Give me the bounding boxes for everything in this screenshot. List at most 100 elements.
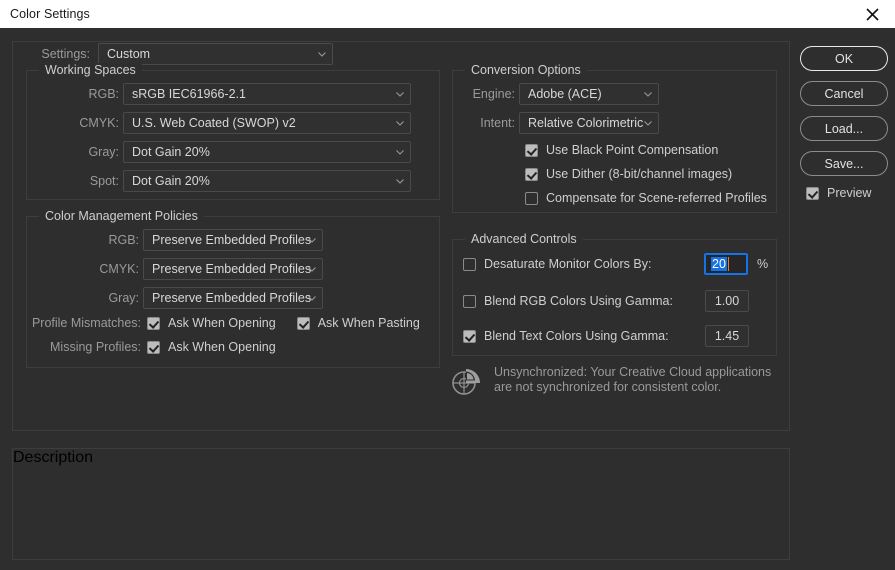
working-space-spot-select[interactable]: Dot Gain 20% (123, 170, 411, 192)
policy-gray-row: Gray: Preserve Embedded Profiles (108, 287, 323, 309)
desaturate-monitor-colors-label: Desaturate Monitor Colors By: (484, 257, 652, 271)
policy-gray-select[interactable]: Preserve Embedded Profiles (143, 287, 323, 309)
working-space-rgb-value: sRGB IEC61966-2.1 (132, 87, 246, 101)
use-black-point-compensation-checkbox[interactable]: Use Black Point Compensation (525, 143, 718, 157)
missing-profiles-label: Missing Profiles: (50, 340, 141, 354)
compensate-scene-referred-label: Compensate for Scene-referred Profiles (546, 191, 767, 205)
chevron-down-icon (644, 92, 652, 97)
close-icon (865, 7, 879, 21)
blend-rgb-gamma-input[interactable]: 1.00 (705, 290, 749, 312)
working-space-cmyk-value: U.S. Web Coated (SWOP) v2 (132, 116, 296, 130)
conversion-intent-label: Intent: (480, 116, 515, 130)
conversion-engine-value: Adobe (ACE) (528, 87, 602, 101)
conversion-engine-select[interactable]: Adobe (ACE) (519, 83, 659, 105)
chevron-down-icon (644, 121, 652, 126)
color-wheel-sync-icon (450, 365, 482, 397)
working-space-cmyk-select[interactable]: U.S. Web Coated (SWOP) v2 (123, 112, 411, 134)
blend-rgb-gamma-checkbox[interactable]: Blend RGB Colors Using Gamma: (463, 294, 673, 308)
missing-profiles-ask-opening-label: Ask When Opening (168, 340, 276, 354)
checkbox-checked-icon (296, 316, 310, 330)
policy-gray-value: Preserve Embedded Profiles (152, 291, 312, 305)
advanced-controls-legend: Advanced Controls (465, 232, 583, 246)
window-title: Color Settings (10, 7, 90, 21)
color-settings-dialog: Settings: Custom Working Spaces RGB: sRG… (0, 28, 895, 570)
blend-text-gamma-checkbox[interactable]: Blend Text Colors Using Gamma: (463, 329, 669, 343)
policy-cmyk-label: CMYK: (99, 262, 139, 276)
blend-text-gamma-input[interactable]: 1.45 (705, 325, 749, 347)
working-space-gray-select[interactable]: Dot Gain 20% (123, 141, 411, 163)
chevron-down-icon (308, 238, 316, 243)
profile-mismatches-ask-opening-checkbox[interactable]: Ask When Opening (147, 316, 276, 330)
desaturate-value-input[interactable]: 20 (704, 253, 748, 275)
chevron-down-icon (396, 179, 404, 184)
save-button[interactable]: Save... (800, 151, 888, 176)
working-space-gray-label: Gray: (88, 145, 119, 159)
dialog-button-panel: OK Cancel Load... Save... Preview (800, 46, 888, 200)
settings-label: Settings: (41, 47, 90, 61)
color-management-policies-group: Color Management Policies RGB: Preserve … (26, 209, 441, 368)
profile-mismatches-label: Profile Mismatches: (31, 316, 141, 330)
description-group: Description (12, 448, 790, 560)
sync-status-notice: Unsynchronized: Your Creative Cloud appl… (450, 365, 771, 397)
working-space-rgb-label: RGB: (88, 87, 119, 101)
working-space-spot-label: Spot: (89, 174, 119, 188)
policy-rgb-value: Preserve Embedded Profiles (152, 233, 312, 247)
text-caret (727, 257, 729, 271)
checkbox-unchecked-icon (525, 191, 538, 205)
color-management-policies-legend: Color Management Policies (39, 209, 204, 223)
sync-status-line2: are not synchronized for consistent colo… (494, 380, 722, 394)
use-dither-label: Use Dither (8-bit/channel images) (546, 167, 733, 181)
policy-rgb-row: RGB: Preserve Embedded Profiles (108, 229, 323, 251)
chevron-down-icon (396, 92, 404, 97)
policy-cmyk-select[interactable]: Preserve Embedded Profiles (143, 258, 323, 280)
checkbox-checked-icon (463, 329, 476, 343)
advanced-controls-group: Advanced Controls Desaturate Monitor Col… (452, 232, 777, 356)
description-body (13, 467, 789, 495)
blend-rgb-gamma-label: Blend RGB Colors Using Gamma: (484, 294, 673, 308)
conversion-engine-label: Engine: (472, 87, 515, 101)
preview-checkbox[interactable]: Preview (806, 186, 888, 200)
use-dither-checkbox[interactable]: Use Dither (8-bit/channel images) (525, 167, 732, 181)
missing-profiles-ask-opening-checkbox[interactable]: Ask When Opening (147, 340, 276, 354)
conversion-engine-row: Engine: Adobe (ACE) (473, 83, 659, 105)
settings-preset-select[interactable]: Custom (98, 43, 333, 65)
chevron-down-icon (318, 52, 326, 57)
working-spaces-legend: Working Spaces (39, 63, 142, 77)
use-black-point-compensation-label: Use Black Point Compensation (546, 143, 719, 157)
working-space-gray-value: Dot Gain 20% (132, 145, 210, 159)
missing-profiles-row: Missing Profiles: Ask When Opening (27, 340, 441, 354)
policy-rgb-select[interactable]: Preserve Embedded Profiles (143, 229, 323, 251)
conversion-intent-select[interactable]: Relative Colorimetric (519, 112, 659, 134)
cancel-button[interactable]: Cancel (800, 81, 888, 106)
conversion-options-legend: Conversion Options (465, 63, 587, 77)
load-button[interactable]: Load... (800, 116, 888, 141)
checkbox-checked-icon (525, 143, 538, 157)
checkbox-checked-icon (147, 316, 160, 330)
working-space-rgb-select[interactable]: sRGB IEC61966-2.1 (123, 83, 411, 105)
compensate-scene-referred-checkbox[interactable]: Compensate for Scene-referred Profiles (525, 191, 767, 205)
checkbox-unchecked-icon (463, 257, 476, 271)
desaturate-percent-symbol: % (757, 257, 769, 271)
blend-rgb-gamma-value: 1.00 (714, 294, 740, 308)
policy-cmyk-value: Preserve Embedded Profiles (152, 262, 312, 276)
profile-mismatches-row: Profile Mismatches: Ask When Opening Ask… (27, 316, 441, 330)
desaturate-value-text: 20 (711, 257, 727, 271)
settings-preset-value: Custom (107, 47, 151, 61)
sync-status-line1: Unsynchronized: Your Creative Cloud appl… (494, 365, 772, 379)
blend-text-gamma-value: 1.45 (714, 329, 740, 343)
checkbox-checked-icon (525, 167, 538, 181)
working-space-gray-row: Gray: Dot Gain 20% (88, 141, 411, 163)
desaturate-monitor-colors-checkbox[interactable]: Desaturate Monitor Colors By: (463, 257, 651, 271)
working-space-spot-row: Spot: Dot Gain 20% (90, 170, 411, 192)
working-space-spot-value: Dot Gain 20% (132, 174, 210, 188)
ok-button[interactable]: OK (800, 46, 888, 71)
checkbox-unchecked-icon (463, 294, 476, 308)
settings-row: Settings: Custom (36, 43, 333, 65)
profile-mismatches-ask-opening-label: Ask When Opening (168, 316, 276, 330)
close-button[interactable] (849, 0, 895, 28)
checkbox-checked-icon (806, 186, 819, 200)
working-space-rgb-row: RGB: sRGB IEC61966-2.1 (88, 83, 411, 105)
profile-mismatches-ask-pasting-checkbox[interactable]: Ask When Pasting (296, 316, 420, 330)
conversion-intent-row: Intent: Relative Colorimetric (480, 112, 659, 134)
description-legend: Description (13, 449, 94, 466)
